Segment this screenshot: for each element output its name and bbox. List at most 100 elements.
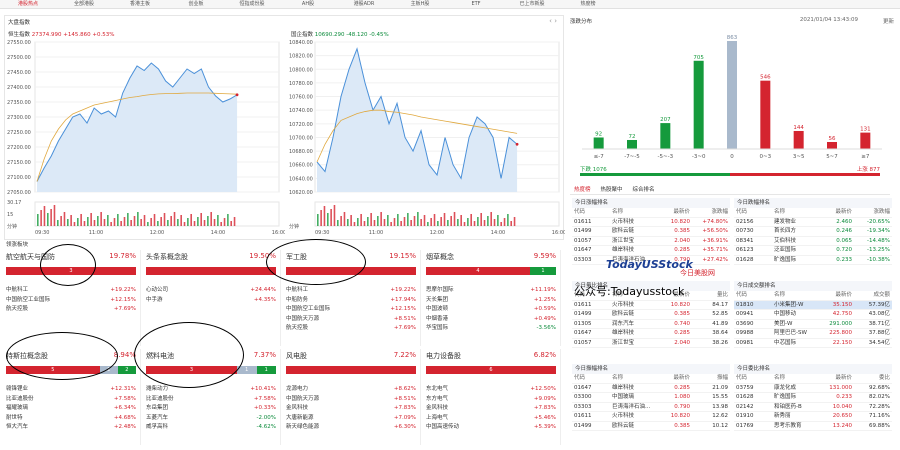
sector-stock-row[interactable]: 航天控股 +7.69% (286, 324, 416, 333)
column-header[interactable]: 代码 (574, 374, 585, 384)
column-header[interactable]: 代码 (736, 208, 747, 218)
rank-table-row[interactable]: 01647 雄岸科技 0.285 21.09 (572, 384, 730, 393)
rank-table-row[interactable]: 01057 浙江世宝 2.040 38.26 (572, 339, 730, 348)
panel-arrows-icon[interactable]: ‹ › (549, 17, 557, 25)
rank-table-row[interactable]: 02142 和铂医药-B 10.040 72.28% (734, 403, 892, 412)
distribution-bar[interactable] (760, 80, 771, 149)
sector-stock-row[interactable]: 金风科技 +7.83% (426, 404, 556, 413)
distribution-bar[interactable] (793, 130, 804, 149)
nav-tab[interactable]: 热度榜 (560, 0, 616, 8)
nav-tab[interactable]: 创业板 (168, 0, 224, 8)
sector-stock-row[interactable]: 比亚迪股份 +7.58% (6, 395, 136, 404)
column-header[interactable]: 最新价 (673, 374, 690, 384)
rank-table-row[interactable]: 01611 火币科技 10.820 12.62 (572, 412, 730, 422)
sector-stock-row[interactable]: 天长集团 +1.25% (426, 296, 556, 305)
sector-stock-row[interactable]: 东方电气 +9.09% (426, 395, 556, 404)
column-header[interactable]: 名称 (774, 291, 785, 301)
sector-name[interactable]: 头条系概念股 (146, 252, 188, 262)
rank-table-row[interactable]: 01057 浙江世宝 2.040 +36.91% (572, 237, 730, 246)
column-header[interactable]: 涨跌幅 (711, 208, 728, 218)
sector-stock-row[interactable]: 赣锋锂业 +12.31% (6, 385, 136, 394)
distribution-bar[interactable] (827, 141, 837, 149)
sector-stock-row[interactable]: 龙源电力 +8.62% (286, 385, 416, 394)
sector-stock-row[interactable]: 东北电气 +12.50% (426, 385, 556, 394)
column-header[interactable]: 名称 (612, 374, 623, 384)
column-header[interactable]: 最新价 (673, 208, 690, 218)
rank-table-row[interactable]: 01611 火币科技 10.820 84.17 (572, 301, 730, 310)
sector-stock-row[interactable]: 威孚高科 -4.62% (146, 423, 276, 432)
nav-tab[interactable]: 全部港股 (56, 0, 112, 8)
column-header[interactable]: 代码 (736, 291, 747, 301)
sector-stock-row[interactable]: 中国航天万源 +8.51% (286, 315, 416, 324)
column-header[interactable]: 量比 (717, 291, 728, 301)
refresh-button[interactable]: 更新 (883, 17, 894, 25)
rank-table-row[interactable]: 01810 小米集团-W 35.150 57.39亿 (734, 300, 892, 310)
sector-stock-row[interactable]: 航天控股 +7.69% (6, 305, 136, 314)
column-header[interactable]: 名称 (774, 374, 785, 384)
sector-stock-row[interactable]: 五菱汽车 -2.00% (146, 414, 276, 423)
sector-stock-row[interactable]: 华宝国际 -3.56% (426, 324, 556, 333)
distribution-bar[interactable] (627, 139, 637, 149)
rank-table-row[interactable]: 03690 美团-W 291.000 38.71亿 (734, 320, 892, 329)
sector-stock-row[interactable]: 福耀玻璃 +6.34% (6, 404, 136, 413)
rank-table-row[interactable]: 01910 新秀丽 20.650 71.16% (734, 412, 892, 422)
rank-table-row[interactable]: 03300 中国玻璃 1.080 15.55 (572, 393, 730, 403)
rank-table-row[interactable]: 00981 中芯国际 22.150 34.54亿 (734, 339, 892, 348)
nav-tab[interactable]: AH股 (280, 0, 336, 8)
sector-stock-row[interactable]: 上海电气 +5.46% (426, 414, 556, 423)
sector-stock-row[interactable]: 心动公司 +24.44% (146, 286, 276, 295)
sector-stock-row[interactable]: 中国航天万源 +8.51% (286, 395, 416, 404)
distribution-bar[interactable] (593, 137, 604, 149)
sector-stock-row[interactable]: 中国高速传动 +5.39% (426, 423, 556, 432)
sector-name[interactable]: 烟草概念 (426, 252, 454, 262)
distribution-bar[interactable] (660, 123, 671, 149)
hscei-chart[interactable]: 10840.00 10820.00 10800.00 10780.00 10760.00… (287, 40, 565, 240)
rank-table-row[interactable]: 02156 建发物业 2.460 -20.65% (734, 218, 892, 227)
column-header[interactable]: 最新价 (835, 374, 852, 384)
sector-stock-row[interactable]: 中烟香港 +0.49% (426, 315, 556, 324)
hot-tab[interactable]: 热股聚中 (601, 187, 623, 193)
rank-table-row[interactable]: 01628 旷逸国际 0.233 82.02% (734, 393, 892, 403)
hot-tab[interactable]: 热度榜 (574, 187, 591, 193)
column-header[interactable]: 振幅 (717, 374, 728, 384)
rank-table-row[interactable]: 01647 雄岸科技 0.285 38.64 (572, 329, 730, 339)
rank-table-row[interactable]: 03303 巨涛海洋石油... 0.790 13.98 (572, 403, 730, 412)
nav-tab[interactable]: 主板H股 (392, 0, 448, 8)
distribution-bar[interactable] (693, 60, 704, 149)
sector-stock-row[interactable]: 新天绿色能源 +6.30% (286, 423, 416, 432)
nav-tab[interactable]: 港股ADR (336, 0, 392, 8)
sector-stock-row[interactable]: 思摩尔国际 +11.19% (426, 286, 556, 295)
rank-table-row[interactable]: 06123 泛亚国际 0.720 -13.25% (734, 246, 892, 256)
rank-table-row[interactable]: 01499 欧科云链 0.385 52.85 (572, 310, 730, 320)
nav-tab[interactable]: 恒指成份股 (224, 0, 280, 8)
sector-stock-row[interactable]: 中手游 +4.35% (146, 296, 276, 305)
nav-tab[interactable]: 已上市新股 (504, 0, 560, 8)
rank-table-row[interactable]: 01628 旷逸国际 0.233 -10.38% (734, 256, 892, 265)
sector-stock-row[interactable]: 中船防务 +17.94% (286, 296, 416, 305)
sector-card[interactable]: 风电股 7.22% 龙源电力 +8.62% 中国航天万源 +8.51% 金风科技 +7.83%… (284, 349, 421, 445)
sector-stock-row[interactable]: 中航科工 +19.22% (286, 286, 416, 295)
nav-tab[interactable]: 港股热点 (0, 0, 56, 8)
rank-table-row[interactable]: 00941 中国移动 42.750 43.08亿 (734, 310, 892, 320)
column-header[interactable]: 委比 (879, 374, 890, 384)
rank-table-row[interactable]: 01769 思考乐教育 13.240 69.88% (734, 422, 892, 431)
rank-table-row[interactable]: 01647 雄岸科技 0.285 +35.71% (572, 246, 730, 256)
rank-table-row[interactable]: 00730 首长四方 0.246 -19.34% (734, 227, 892, 237)
column-header[interactable]: 涨跌幅 (873, 208, 890, 218)
sector-name[interactable]: 电力设备股 (426, 351, 461, 361)
rank-table-row[interactable]: 01305 润东汽车 0.740 41.89 (572, 320, 730, 329)
column-header[interactable]: 最新价 (835, 291, 852, 301)
column-header[interactable]: 名称 (612, 208, 623, 218)
column-header[interactable]: 代码 (736, 374, 747, 384)
column-header[interactable]: 名称 (774, 208, 785, 218)
sector-stock-row[interactable]: 中国波顿 +0.59% (426, 305, 556, 314)
hot-tab[interactable]: 综合排名 (633, 187, 655, 193)
sector-stock-row[interactable]: 中国航空工业国际 +12.15% (6, 296, 136, 305)
sector-stock-row[interactable]: 金风科技 +7.83% (286, 404, 416, 413)
sector-stock-row[interactable]: 潍柴动力 +10.41% (146, 385, 276, 394)
nav-tab[interactable]: 香港主板 (112, 0, 168, 8)
distribution-bar[interactable] (860, 132, 871, 149)
column-header[interactable]: 最新价 (835, 208, 852, 218)
rank-table-row[interactable]: 09988 阿里巴巴-SW 225.800 37.88亿 (734, 329, 892, 339)
sector-card[interactable]: 电力设备股 6.82% 6 东北电气 +12.50% 东方电气 +9.09% 金风科技 +7.8… (424, 349, 561, 445)
